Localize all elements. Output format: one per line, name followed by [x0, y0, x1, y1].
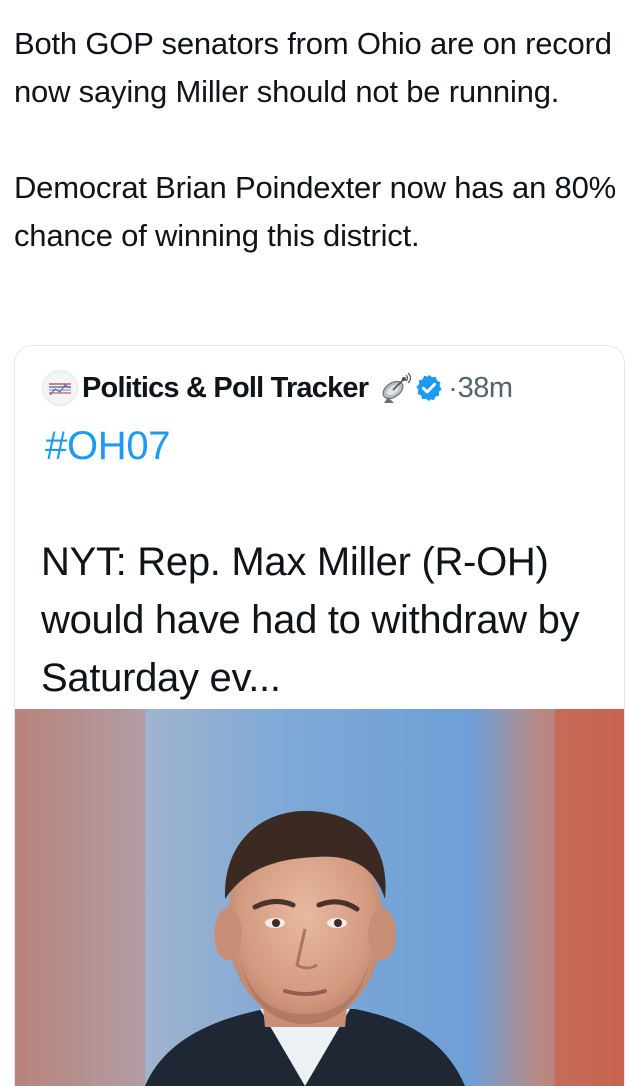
tweet-text: Both GOP senators from Ohio are on recor…: [14, 20, 626, 260]
hashtag-link[interactable]: #OH07: [45, 422, 171, 470]
quoted-post-text: NYT: Rep. Max Miller (R-OH) would have h…: [41, 540, 580, 700]
quoted-post-header: Politics & Poll Tracker · 38m: [42, 366, 513, 410]
verified-badge-icon: [414, 373, 444, 403]
satellite-dish-icon: [378, 371, 412, 405]
quoted-post-photo[interactable]: [15, 709, 624, 1086]
author-avatar[interactable]: [42, 370, 78, 406]
tweet-paragraph: Democrat Brian Poindexter now has an 80%…: [14, 170, 616, 253]
tweet-paragraph: Both GOP senators from Ohio are on recor…: [14, 26, 612, 109]
post-timestamp[interactable]: 38m: [458, 372, 513, 405]
separator-dot: ·: [448, 372, 458, 403]
author-name[interactable]: Politics & Poll Tracker: [82, 372, 369, 405]
quoted-post-card[interactable]: Politics & Poll Tracker · 38m #OH07 NYT:…: [14, 345, 625, 1086]
